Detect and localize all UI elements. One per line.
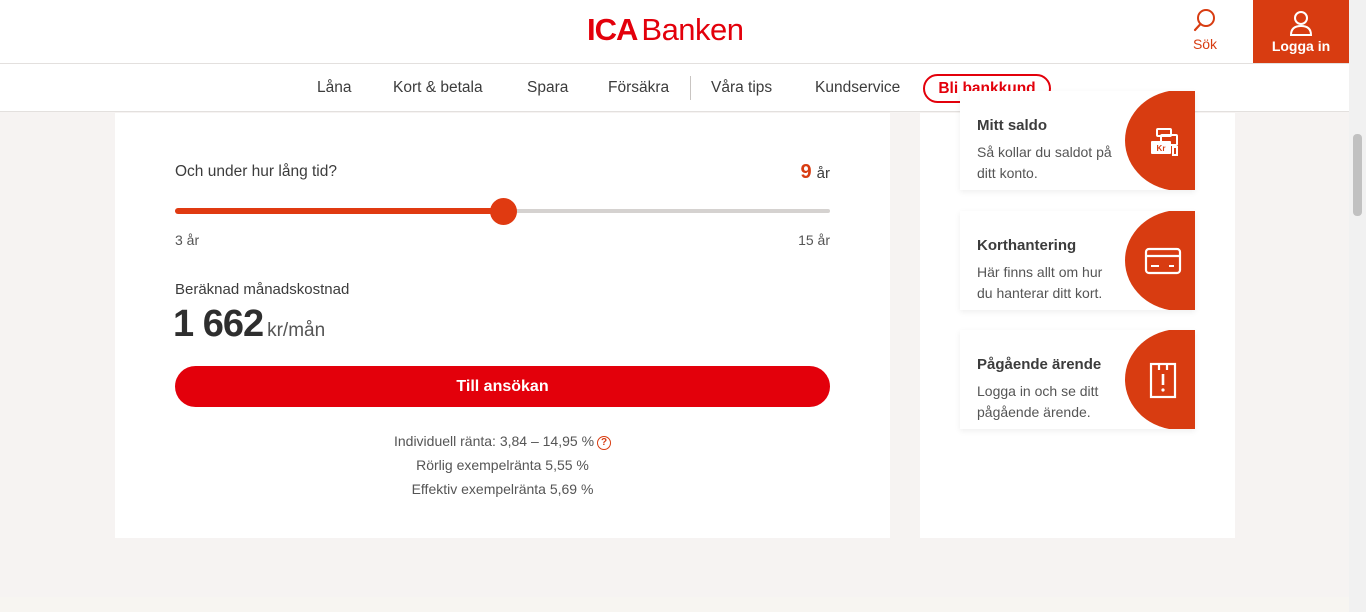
login-label: Logga in xyxy=(1271,38,1331,54)
nav-item-lana[interactable]: Låna xyxy=(317,79,351,97)
nav-item-kundservice[interactable]: Kundservice xyxy=(815,79,900,97)
coins-icon: Kr xyxy=(1151,128,1178,156)
shortcut-text: Logga in och se ditt pågående ärende. xyxy=(977,383,1099,420)
individual-rate-line: Individuell ränta: 3,84 – 14,95 %? xyxy=(115,429,890,453)
shortcut-icon-circle: Kr xyxy=(1125,91,1195,190)
help-icon[interactable]: ? xyxy=(597,436,612,450)
shortcut-title: Korthantering xyxy=(977,237,1077,254)
duration-question: Och under hur lång tid? xyxy=(175,163,337,180)
duration-years-number: 9 xyxy=(800,161,812,183)
effective-rate-text: Effektiv exempelränta 5,69 % xyxy=(411,481,594,497)
individual-rate-text: Individuell ränta: 3,84 – 14,95 % xyxy=(393,433,595,449)
slider-fill xyxy=(175,208,503,214)
alert-note-icon xyxy=(1149,362,1177,399)
login-button[interactable]: Logga in xyxy=(1253,0,1349,63)
slider-min-label: 3 år xyxy=(175,232,200,248)
duration-value: 9 år xyxy=(801,161,830,184)
shortcut-title: Pågående ärende xyxy=(977,356,1102,373)
loan-calculator-card: Och under hur lång tid? 9 år 3 år 15 år B… xyxy=(115,113,890,538)
slider-handle[interactable] xyxy=(489,198,517,225)
logo-banken-text: Banken xyxy=(641,12,744,47)
scrollbar-thumb[interactable] xyxy=(1353,134,1362,216)
footer-strip xyxy=(0,597,1349,612)
duration-slider[interactable] xyxy=(175,198,830,225)
search-label: Sök xyxy=(1192,36,1218,52)
nav-item-vara-tips[interactable]: Våra tips xyxy=(711,79,772,97)
shortcut-icon-circle xyxy=(1125,211,1195,310)
apply-button[interactable]: Till ansökan xyxy=(175,366,830,407)
shortcut-text: Här finns allt om hur du hanterar ditt k… xyxy=(977,264,1103,301)
search-button[interactable]: Sök xyxy=(1185,8,1225,56)
slider-max-label: 15 år xyxy=(798,232,830,248)
card-icon xyxy=(1144,247,1182,275)
coins-icon-label: Kr xyxy=(1157,144,1166,153)
shortcut-title: Mitt saldo xyxy=(977,117,1047,134)
search-icon xyxy=(1193,9,1215,32)
nav-divider xyxy=(690,76,691,100)
monthly-cost-unit: kr/mån xyxy=(267,320,326,341)
nav-item-forsakra[interactable]: Försäkra xyxy=(608,79,669,97)
shortcut-text: Så kollar du saldot på ditt konto. xyxy=(977,144,1112,181)
monthly-cost-label: Beräknad månadskostnad xyxy=(175,281,350,298)
site-header: ICA Banken Sök Logga in xyxy=(0,0,1349,64)
ica-banken-logo[interactable]: ICA Banken xyxy=(587,12,744,48)
duration-years-unit: år xyxy=(816,165,830,182)
monthly-cost-value: 1 662 kr/mån xyxy=(173,303,325,346)
logo-ica-text: ICA xyxy=(587,12,638,47)
interest-rates-info: Individuell ränta: 3,84 – 14,95 %? Rörli… xyxy=(115,429,890,501)
shortcut-icon-circle xyxy=(1125,330,1195,429)
page-scrollbar[interactable] xyxy=(1349,0,1366,612)
shortcuts-panel: Mitt saldo Så kollar du saldot på ditt k… xyxy=(920,91,1235,538)
shortcut-pagaende-arende[interactable]: Pågående ärende Logga in och se ditt påg… xyxy=(960,330,1195,429)
nav-item-kort-betala[interactable]: Kort & betala xyxy=(393,79,483,97)
monthly-cost-amount: 1 662 xyxy=(173,303,264,345)
user-icon xyxy=(1289,11,1313,36)
nav-item-spara[interactable]: Spara xyxy=(527,79,568,97)
variable-rate-text: Rörlig exempelränta 5,55 % xyxy=(416,457,589,473)
shortcut-mitt-saldo[interactable]: Mitt saldo Så kollar du saldot på ditt k… xyxy=(960,91,1195,190)
shortcut-korthantering[interactable]: Korthantering Här finns allt om hur du h… xyxy=(960,211,1195,310)
